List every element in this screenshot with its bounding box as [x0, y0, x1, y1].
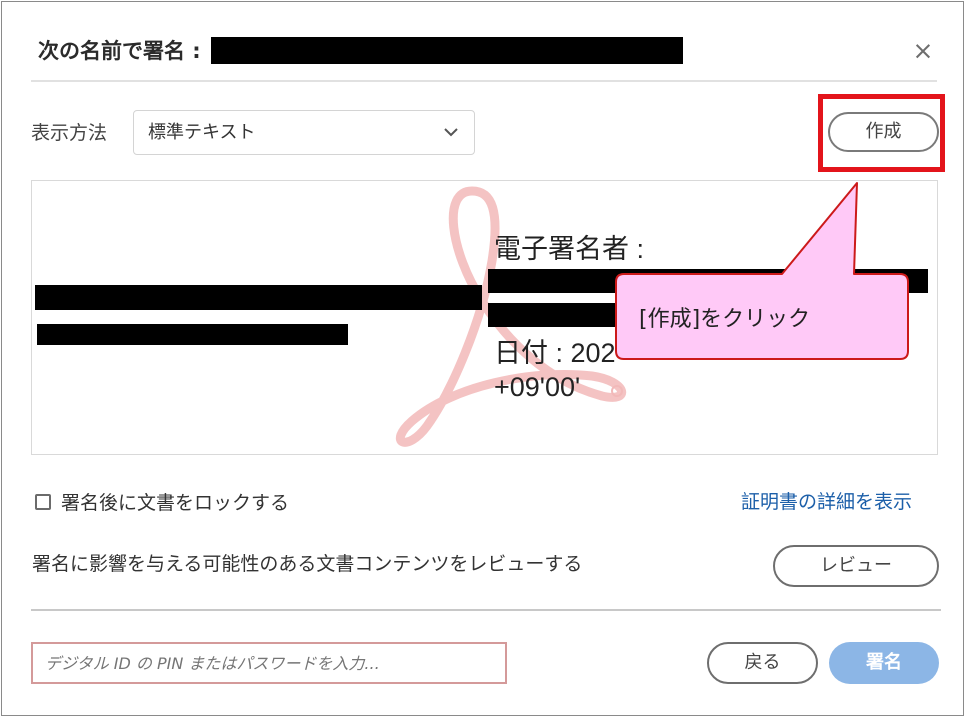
lock-checkbox[interactable]	[35, 493, 51, 510]
instruction-callout	[615, 182, 909, 360]
dialog-title: 次の名前で署名 :	[38, 35, 683, 65]
display-method-select[interactable]: 標準テキスト	[133, 110, 475, 155]
lock-label: 署名後に文書をロックする	[61, 492, 290, 514]
bottom-divider	[31, 609, 941, 611]
review-description: 署名に影響を与える可能性のある文書コンテンツをレビューする	[32, 553, 583, 575]
lock-option[interactable]: 署名後に文書をロックする	[35, 488, 289, 515]
back-button[interactable]: 戻る	[707, 642, 818, 684]
signature-date: 日付 : 202 +09'00'	[494, 336, 616, 404]
review-button[interactable]: レビュー	[773, 545, 939, 587]
pin-password-input[interactable]	[31, 642, 507, 684]
dialog-title-text: 次の名前で署名 :	[38, 39, 201, 63]
certificate-details-link[interactable]: 証明書の詳細を表示	[741, 487, 912, 514]
close-icon[interactable]: ×	[908, 36, 938, 66]
redacted-name-line-1	[35, 285, 482, 310]
date-label: 日付 : 202	[494, 338, 616, 368]
top-divider	[31, 80, 937, 82]
callout-text: [作成]をクリック	[639, 307, 811, 332]
redacted-signer-name	[210, 36, 683, 64]
timezone-text: +09'00'	[494, 372, 581, 402]
display-method-label: 表示方法	[31, 122, 108, 144]
create-button[interactable]: 作成	[828, 112, 939, 152]
sign-button[interactable]: 署名	[829, 642, 939, 684]
chevron-down-icon	[444, 128, 458, 137]
sign-dialog: 次の名前で署名 : × 表示方法 標準テキスト 作成 電子署名者 : 日付 : …	[1, 1, 964, 716]
display-method-value: 標準テキスト	[148, 122, 256, 143]
redacted-name-line-2	[37, 324, 348, 345]
